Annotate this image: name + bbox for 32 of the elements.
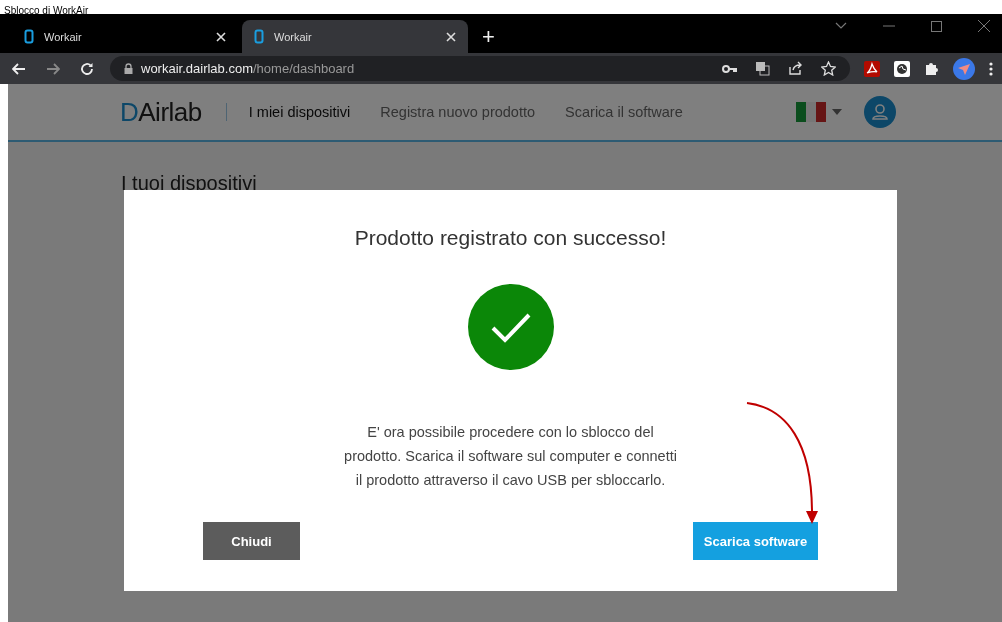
tab-title: Workair bbox=[274, 30, 313, 43]
site-favicon-icon bbox=[254, 29, 264, 44]
back-arrow-icon[interactable] bbox=[12, 62, 26, 75]
site-favicon-icon bbox=[24, 29, 34, 44]
logo: DAirlab bbox=[120, 96, 202, 128]
menu-icon[interactable] bbox=[989, 61, 993, 76]
globe-extension-icon[interactable] bbox=[894, 60, 910, 77]
close-button[interactable]: Chiudi bbox=[203, 522, 300, 560]
dialog-title: Prodotto registrato con successo! bbox=[354, 226, 667, 250]
browser-tab[interactable]: Workair bbox=[242, 20, 468, 53]
browser-tab[interactable]: Workair bbox=[12, 20, 238, 53]
reload-icon[interactable] bbox=[80, 61, 94, 76]
share-icon[interactable] bbox=[788, 61, 803, 76]
document-heading: Sblocco di WorkAir bbox=[4, 4, 89, 18]
nav-link[interactable]: I miei dispositivi bbox=[248, 104, 351, 120]
page-title: I tuoi dispositivi bbox=[121, 172, 257, 194]
user-avatar-icon[interactable] bbox=[864, 96, 896, 128]
forward-arrow-icon[interactable] bbox=[46, 62, 60, 75]
key-icon[interactable] bbox=[722, 64, 737, 73]
translate-icon[interactable] bbox=[755, 61, 770, 76]
tab-title: Workair bbox=[44, 30, 83, 43]
star-icon[interactable] bbox=[821, 61, 836, 76]
puzzle-icon[interactable] bbox=[924, 61, 939, 76]
maximize-icon[interactable] bbox=[931, 20, 942, 32]
caret-icon[interactable] bbox=[832, 109, 842, 115]
new-tab-button[interactable]: + bbox=[482, 20, 495, 53]
checkmark-icon bbox=[467, 284, 554, 370]
chevron-down-icon[interactable] bbox=[835, 22, 847, 30]
address-field[interactable]: workair.dairlab.com/home/dashboard bbox=[110, 56, 850, 81]
lock-icon bbox=[124, 63, 133, 74]
italy-flag-icon[interactable] bbox=[796, 102, 826, 122]
dialog-message: E' ora possibile procedere con lo sblocco del prodotto. Scarica il software sul computer e connetti il prodotto attraverso il cavo USB per sbloccarlo. bbox=[344, 423, 677, 490]
